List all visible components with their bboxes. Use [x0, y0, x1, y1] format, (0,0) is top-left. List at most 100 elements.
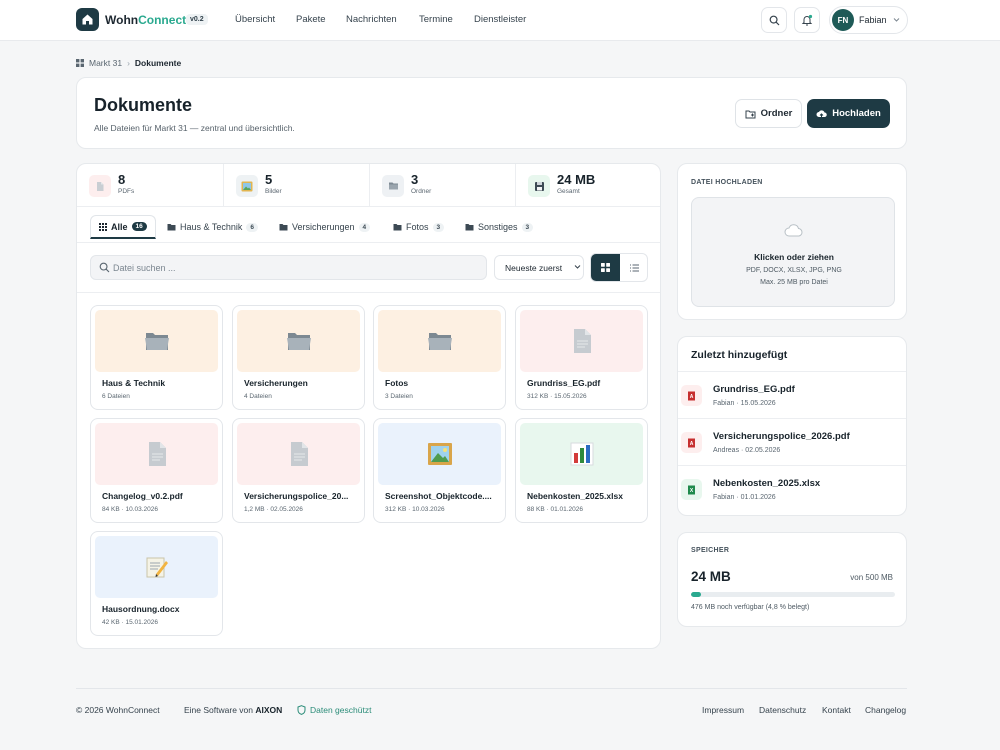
top-bar: WohnConnect v0.2 Übersicht Pakete Nachri…: [0, 0, 1000, 41]
pdf-icon: [89, 175, 111, 197]
shield-icon: [297, 705, 306, 715]
file-card[interactable]: Screenshot_Objektcode.... 312 KB · 10.03…: [373, 418, 506, 523]
storage-used: 24 MB: [691, 569, 731, 584]
page-subtitle: Alle Dateien für Markt 31 — zentral und …: [94, 123, 295, 133]
folder-icon: [393, 224, 402, 231]
notifications-button[interactable]: [794, 7, 820, 33]
svg-text:A: A: [690, 394, 694, 400]
footer-data-protected[interactable]: Daten geschützt: [297, 705, 371, 715]
bell-icon: [801, 14, 813, 26]
user-name: Fabian: [859, 15, 887, 25]
list-item[interactable]: X Nebenkosten_2025.xlsx Fabian · 01.01.2…: [678, 465, 906, 512]
file-card[interactable]: Changelog_v0.2.pdf 84 KB · 10.03.2026: [90, 418, 223, 523]
divider: [77, 292, 660, 293]
view-toggle: [590, 253, 648, 282]
storage-progress-bar: [691, 592, 895, 597]
upload-button[interactable]: Hochladen: [807, 99, 890, 128]
stat-images: 5 Bilder: [223, 164, 369, 207]
file-card[interactable]: Hausordnung.docx 42 KB · 15.01.2026: [90, 531, 223, 636]
list-item[interactable]: A Versicherungspolice_2026.pdf Andreas ·…: [678, 418, 906, 465]
folder-icon: [95, 310, 218, 372]
nav-nachrichten[interactable]: Nachrichten: [346, 14, 397, 25]
svg-text:A: A: [690, 441, 694, 447]
storage-total: von 500 MB: [850, 573, 893, 582]
cloud-icon: [784, 224, 803, 237]
breadcrumb-current: Dokumente: [134, 58, 182, 68]
footer-link-datenschutz[interactable]: Datenschutz: [759, 705, 806, 715]
breadcrumb-root[interactable]: Markt 31: [89, 58, 122, 68]
tab-sonstiges[interactable]: Sonstiges 3: [457, 215, 541, 239]
search-input[interactable]: [113, 256, 473, 279]
home-logo-icon[interactable]: [76, 8, 99, 31]
upload-dropzone[interactable]: Klicken oder ziehen PDF, DOCX, XLSX, JPG…: [691, 197, 895, 307]
file-card[interactable]: Versicherungspolice_20... 1,2 MB · 02.05…: [232, 418, 365, 523]
documents-panel: 8 PDFs 5 Bilder 3 Ordner 24 MB Gesamt Al…: [76, 163, 661, 649]
folder-card[interactable]: Versicherungen 4 Dateien: [232, 305, 365, 410]
disk-icon: [528, 175, 550, 197]
xlsx-icon: X: [681, 479, 702, 500]
version-badge: v0.2: [186, 14, 208, 25]
folder-card[interactable]: Haus & Technik 6 Dateien: [90, 305, 223, 410]
storage-section-label: SPEICHER: [691, 547, 730, 554]
spreadsheet-chart-icon: [520, 423, 643, 485]
footer-link-changelog[interactable]: Changelog: [865, 705, 906, 715]
folder-icon: [378, 310, 501, 372]
tab-versicherungen[interactable]: Versicherungen 4: [271, 215, 378, 239]
recent-files-panel: Zuletzt hinzugefügt A Grundriss_EG.pdf F…: [677, 336, 907, 516]
list-item[interactable]: A Grundriss_EG.pdf Fabian · 15.05.2026: [678, 371, 906, 418]
upload-panel: DATEI HOCHLADEN Klicken oder ziehen PDF,…: [677, 163, 907, 320]
search-icon: [99, 262, 110, 273]
new-folder-button[interactable]: Ordner: [735, 99, 802, 128]
sort-select[interactable]: Neueste zuerst: [494, 255, 584, 280]
footer-software: Eine Software von AIXON: [184, 705, 283, 715]
pdf-icon: [520, 310, 643, 372]
folder-card[interactable]: Fotos 3 Dateien: [373, 305, 506, 410]
tab-fotos[interactable]: Fotos 3: [385, 215, 452, 239]
breadcrumb: Markt 31 › Dokumente: [76, 58, 181, 68]
pdf-icon: A: [681, 385, 702, 406]
storage-panel: SPEICHER 24 MB von 500 MB 476 MB noch ve…: [677, 532, 907, 627]
cloud-upload-icon: [816, 109, 827, 118]
user-menu[interactable]: FN Fabian: [829, 6, 908, 34]
stat-total: 24 MB Gesamt: [515, 164, 661, 207]
nav-uebersicht[interactable]: Übersicht: [235, 14, 275, 25]
nav-dienstleister[interactable]: Dienstleister: [474, 14, 526, 25]
tab-alle[interactable]: Alle 16: [90, 215, 156, 239]
folder-icon: [167, 224, 176, 231]
chevron-down-icon: [574, 265, 581, 269]
tab-haus-technik[interactable]: Haus & Technik 6: [159, 215, 266, 239]
folder-plus-icon: [745, 110, 756, 118]
grid-view-button[interactable]: [591, 254, 620, 281]
brand-name[interactable]: WohnConnect: [105, 13, 186, 27]
category-tabs: Alle 16 Haus & Technik 6 Versicherungen 4 F…: [77, 207, 660, 243]
page-title: Dokumente: [94, 95, 193, 115]
nav-termine[interactable]: Termine: [419, 14, 453, 25]
stat-folders: 3 Ordner: [369, 164, 515, 207]
pdf-icon: [95, 423, 218, 485]
storage-progress-fill: [691, 592, 701, 597]
footer-copyright: © 2026 WohnConnect: [76, 705, 160, 715]
file-card[interactable]: Nebenkosten_2025.xlsx 88 KB · 01.01.2026: [515, 418, 648, 523]
avatar: FN: [832, 9, 854, 31]
search-button[interactable]: [761, 7, 787, 33]
storage-note: 476 MB noch verfügbar (4,8 % belegt): [691, 604, 810, 611]
pdf-icon: [237, 423, 360, 485]
memo-icon: [95, 536, 218, 598]
stat-pdfs: 8 PDFs: [77, 164, 223, 207]
list-view-button[interactable]: [620, 254, 648, 281]
chevron-down-icon: [893, 18, 900, 22]
page-header-card: Dokumente Alle Dateien für Markt 31 — ze…: [76, 77, 907, 149]
file-card[interactable]: Grundriss_EG.pdf 312 KB · 15.05.2026: [515, 305, 648, 410]
image-icon: [378, 423, 501, 485]
grid-icon: [76, 59, 84, 67]
footer-link-kontakt[interactable]: Kontakt: [822, 705, 851, 715]
search-field[interactable]: [90, 255, 487, 280]
folder-icon: [465, 224, 474, 231]
stats-row: 8 PDFs 5 Bilder 3 Ordner 24 MB Gesamt: [77, 164, 660, 207]
nav-pakete[interactable]: Pakete: [296, 14, 326, 25]
folder-icon: [237, 310, 360, 372]
folder-icon: [382, 175, 404, 197]
list-icon: [629, 264, 639, 271]
footer-link-impressum[interactable]: Impressum: [702, 705, 744, 715]
recent-title: Zuletzt hinzugefügt: [691, 349, 788, 361]
